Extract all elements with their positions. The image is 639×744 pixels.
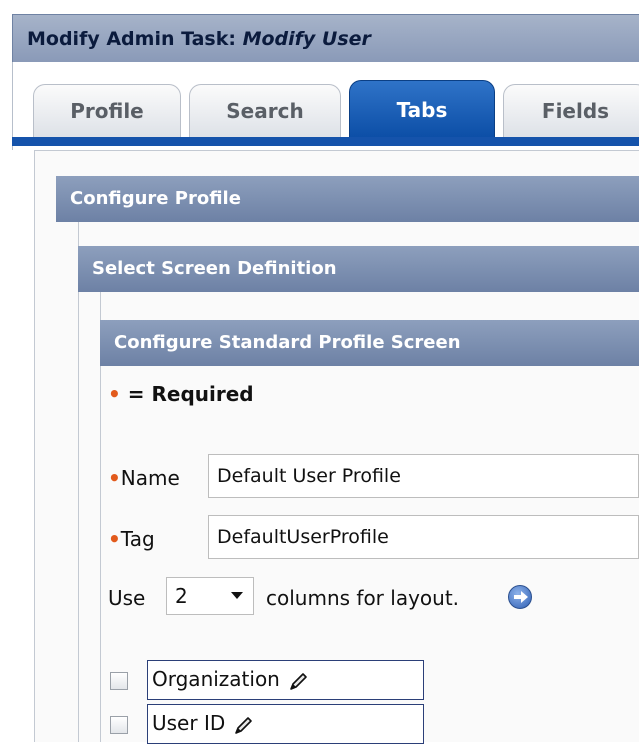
columns-select-value: 2: [175, 584, 188, 608]
configure-standard-profile-screen-header: Configure Standard Profile Screen: [100, 320, 639, 366]
select-screen-definition-header: Select Screen Definition: [78, 246, 639, 292]
name-field-label: •Name: [108, 466, 180, 490]
organization-checkbox[interactable]: [110, 672, 128, 690]
field-item-organization[interactable]: Organization: [147, 660, 424, 700]
layout-suffix: columns for layout.: [266, 586, 460, 610]
chevron-down-icon: [231, 592, 243, 599]
task-title-prefix: Modify Admin Task:: [27, 28, 243, 50]
user-id-checkbox[interactable]: [110, 716, 128, 734]
columns-select[interactable]: 2: [166, 577, 254, 615]
field-item-user-id[interactable]: User ID: [147, 704, 424, 744]
tag-input[interactable]: DefaultUserProfile: [208, 515, 639, 559]
task-title-bar: Modify Admin Task: Modify User: [12, 14, 639, 62]
required-legend: • = Required: [108, 382, 254, 406]
modify-admin-task-panel: Modify Admin Task: Modify User Profile S…: [0, 0, 639, 744]
name-label-text: Name: [120, 466, 180, 490]
layout-prefix: Use: [108, 586, 146, 610]
tab-strip-underline: [12, 137, 639, 146]
tab-search[interactable]: Search: [189, 84, 341, 138]
task-title-name: Modify User: [242, 28, 371, 50]
pencil-icon[interactable]: [288, 670, 310, 692]
required-marker: •: [108, 382, 121, 406]
tab-tabs[interactable]: Tabs: [349, 80, 495, 138]
tab-profile[interactable]: Profile: [33, 84, 181, 138]
field-item-user-id-label: User ID: [152, 711, 226, 735]
task-title: Modify Admin Task: Modify User: [27, 28, 371, 50]
tag-label-text: Tag: [120, 527, 155, 551]
layout-columns-row: Use columns for layout.: [108, 586, 459, 610]
apply-arrow-icon[interactable]: [508, 585, 532, 609]
field-item-organization-label: Organization: [152, 667, 280, 691]
name-required-marker: •: [108, 466, 121, 490]
name-input[interactable]: Default User Profile: [208, 454, 639, 498]
tag-required-marker: •: [108, 527, 121, 551]
configure-profile-header: Configure Profile: [56, 176, 639, 222]
pencil-icon[interactable]: [233, 714, 255, 736]
tab-fields[interactable]: Fields: [503, 84, 639, 138]
required-legend-text: = Required: [120, 382, 254, 406]
tag-field-label: •Tag: [108, 527, 155, 551]
